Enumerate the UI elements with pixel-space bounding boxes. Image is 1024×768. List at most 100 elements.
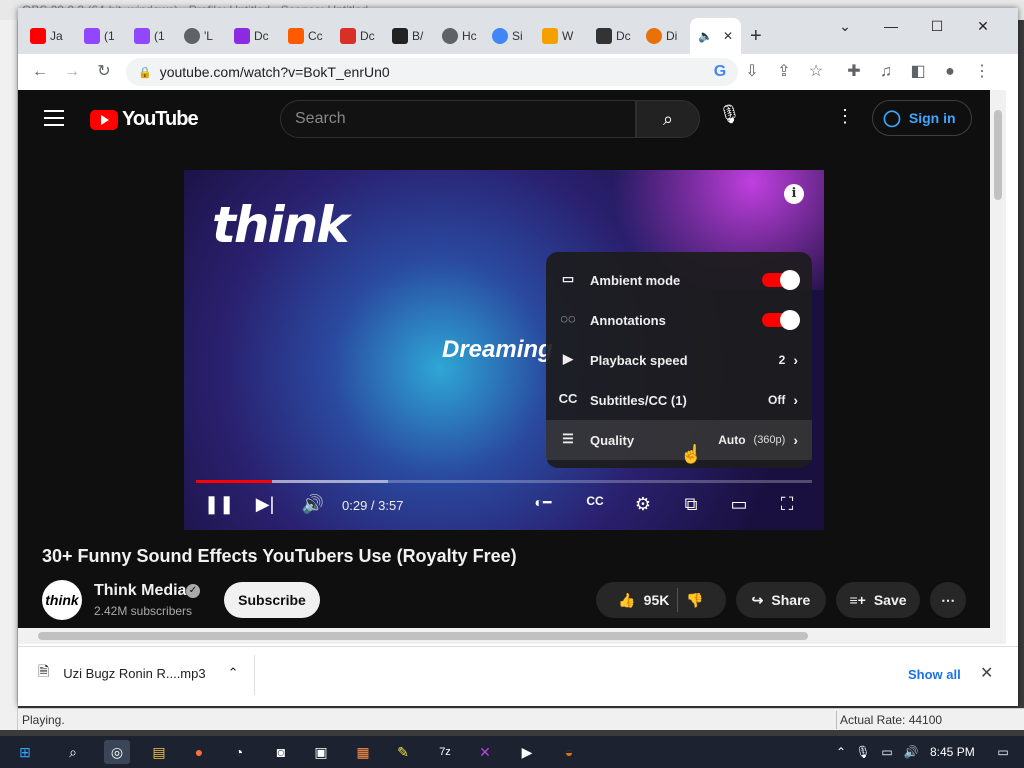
forward-icon[interactable]: → <box>62 62 82 82</box>
taskbar-app2-icon[interactable]: ▦ <box>350 740 376 764</box>
horizontal-scrollbar[interactable] <box>18 628 1006 644</box>
autoplay-toggle[interactable]: ◐━ <box>528 494 558 511</box>
windows-start-icon[interactable]: ⊞ <box>12 740 38 764</box>
progress-bar[interactable] <box>196 480 812 483</box>
taskbar-7zip-icon[interactable]: 7z <box>432 740 458 764</box>
dislike-button[interactable]: 👎 <box>686 592 703 609</box>
close-download-bar-icon[interactable]: ✕ <box>980 663 993 683</box>
notifications-icon[interactable]: ▭ <box>990 740 1016 764</box>
taskbar-media-icon[interactable]: ▶ <box>514 740 540 764</box>
tab-search-icon[interactable]: ⌄ <box>822 14 868 38</box>
taskbar-app-icon[interactable]: ◙ <box>268 740 294 764</box>
tab-close-icon[interactable]: ✕ <box>723 29 733 43</box>
tray-volume-icon[interactable]: 🔊 <box>898 740 924 764</box>
youtube-logo[interactable]: YouTube <box>90 108 199 131</box>
tab-0[interactable]: Ja <box>30 22 63 50</box>
tab-2[interactable]: (1 <box>134 22 165 50</box>
side-panel-icon[interactable]: ◧ <box>908 62 928 82</box>
taskbar-app3-icon[interactable]: ◒ <box>556 740 582 764</box>
pause-icon[interactable]: ❚❚ <box>204 494 234 515</box>
x-icon <box>234 28 250 44</box>
tab-label: (1 <box>154 29 165 43</box>
sign-in-button[interactable]: ◯ Sign in <box>872 100 972 136</box>
settings-label: Playback speed <box>590 352 688 368</box>
tab-11[interactable]: Dc <box>596 22 631 50</box>
channel-name[interactable]: Think Media <box>94 582 186 600</box>
settings-ambient-mode[interactable]: ▭ Ambient mode <box>546 260 812 300</box>
back-icon[interactable]: ← <box>30 62 50 82</box>
ambient-mode-toggle[interactable] <box>762 270 800 290</box>
video-title: 30+ Funny Sound Effects YouTubers Use (R… <box>42 546 517 566</box>
settings-annotations[interactable]: ◌◌ Annotations <box>546 300 812 340</box>
microphone-icon[interactable]: 🎙 <box>718 104 741 134</box>
settings-playback-speed[interactable]: ▶ Playback speed 2 › <box>546 340 812 380</box>
tab-6[interactable]: Dc <box>340 22 375 50</box>
dark-icon <box>392 28 408 44</box>
tab-12[interactable]: Di <box>646 22 677 50</box>
taskbar-x-icon[interactable]: ✕ <box>472 740 498 764</box>
miniplayer-icon[interactable]: ⧉ <box>676 494 706 515</box>
install-app-icon[interactable]: ⇩ <box>742 62 762 82</box>
next-icon[interactable]: ▶| <box>250 494 280 515</box>
google-lens-icon[interactable]: G <box>710 62 730 82</box>
chevron-up-icon[interactable]: ⌃ <box>228 665 239 681</box>
more-options-icon[interactable]: ⋮ <box>836 106 854 127</box>
tray-mic-icon[interactable]: 🎙 <box>850 740 876 764</box>
theater-mode-icon[interactable]: ▭ <box>724 494 754 515</box>
settings-subtitles[interactable]: CC Subtitles/CC (1) Off › <box>546 380 812 420</box>
new-tab-button[interactable]: + <box>750 22 762 50</box>
taskbar-explorer-icon[interactable]: ▤ <box>146 740 172 764</box>
taskbar-obs-icon[interactable]: ◔ <box>226 740 252 764</box>
scroll-thumb[interactable] <box>38 632 808 640</box>
channel-avatar[interactable]: think <box>42 580 82 620</box>
tab-9[interactable]: Si <box>492 22 523 50</box>
tab-7[interactable]: B/ <box>392 22 423 50</box>
taskbar-search-icon[interactable]: ⌕ <box>60 740 86 764</box>
fullscreen-icon[interactable]: ⛶ <box>772 494 802 515</box>
taskbar-firefox-icon[interactable]: ● <box>186 740 212 764</box>
tab-8[interactable]: Hc <box>442 22 477 50</box>
profile-icon[interactable]: ● <box>940 62 960 82</box>
download-item[interactable]: 🗎 Uzi Bugz Ronin R....mp3 ⌃ <box>38 661 239 685</box>
media-control-icon[interactable]: ♫ <box>876 62 896 82</box>
minimize-button[interactable]: — <box>868 14 914 38</box>
subscribe-button[interactable]: Subscribe <box>224 582 320 618</box>
taskbar-notes-icon[interactable]: ✎ <box>390 740 416 764</box>
search-input[interactable]: Search <box>280 100 636 138</box>
tab-5[interactable]: Cc <box>288 22 323 50</box>
more-actions-button[interactable]: ⋯ <box>930 582 966 618</box>
like-button[interactable]: 👍 95K <box>618 592 669 609</box>
video-player[interactable]: think Dreaming i ▭ Ambient mode ◌◌ Annot… <box>184 170 824 530</box>
tray-network-icon[interactable]: ▭ <box>874 740 900 764</box>
volume-icon[interactable]: 🔊 <box>298 494 328 515</box>
tab-1[interactable]: (1 <box>84 22 115 50</box>
share-icon[interactable]: ⇪ <box>774 62 794 82</box>
tab-active[interactable]: 🔈 ✕ <box>690 18 742 54</box>
maximize-button[interactable]: ☐ <box>914 14 960 38</box>
share-arrow-icon: ↪ <box>751 591 764 608</box>
info-icon[interactable]: i <box>784 184 804 204</box>
bookmark-star-icon[interactable]: ☆ <box>806 62 826 82</box>
show-all-link[interactable]: Show all <box>908 667 961 682</box>
scroll-thumb[interactable] <box>994 110 1002 200</box>
reload-icon[interactable]: ↻ <box>94 62 114 82</box>
subtitles-button[interactable]: CC <box>580 494 610 508</box>
close-window-button[interactable]: ✕ <box>960 14 1006 38</box>
tab-10[interactable]: W <box>542 22 573 50</box>
share-button[interactable]: ↪ Share <box>736 582 826 618</box>
settings-quality[interactable]: ☰ Quality Auto (360p) › <box>546 420 812 460</box>
vertical-scrollbar[interactable] <box>990 90 1006 628</box>
taskbar-clock[interactable]: 8:45 PM <box>930 745 975 759</box>
address-bar[interactable]: 🔒 youtube.com/watch?v=BokT_enrUn0 <box>126 58 738 86</box>
tab-3[interactable]: 'L <box>184 22 213 50</box>
chrome-menu-icon[interactable]: ⋮ <box>972 62 992 82</box>
extensions-icon[interactable]: ✚ <box>844 62 864 82</box>
annotations-toggle[interactable] <box>762 310 800 330</box>
taskbar-terminal-icon[interactable]: ▣ <box>308 740 334 764</box>
tab-4[interactable]: Dc <box>234 22 269 50</box>
search-button[interactable]: ⌕ <box>636 100 700 138</box>
hamburger-menu-icon[interactable] <box>44 110 64 126</box>
save-button[interactable]: ≡+ Save <box>836 582 920 618</box>
taskbar-chrome-icon[interactable]: ◎ <box>104 740 130 764</box>
settings-gear-icon[interactable]: ⚙ <box>628 494 658 515</box>
